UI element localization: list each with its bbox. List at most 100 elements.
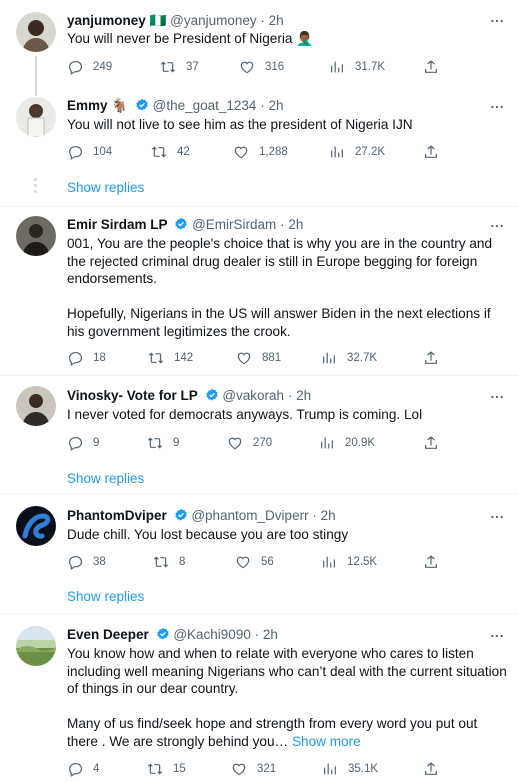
- like-button[interactable]: 316: [239, 59, 284, 75]
- share-button[interactable]: [423, 59, 439, 80]
- display-name[interactable]: Even Deeper: [67, 627, 149, 642]
- reply-tweet[interactable]: Vinosky- Vote for LP @vakorah · 2h I nev…: [0, 376, 519, 493]
- show-replies-link[interactable]: Show replies: [67, 589, 144, 604]
- display-name[interactable]: yanjumoney: [67, 13, 146, 28]
- tweet-text: 001, You are the people's choice that is…: [67, 235, 509, 340]
- views-count: 20.9K: [345, 437, 376, 449]
- tweet-text: You will never be President of Nigeria 🤦…: [67, 30, 509, 48]
- avatar[interactable]: [16, 216, 56, 256]
- timestamp[interactable]: 2h: [263, 627, 278, 642]
- views-button[interactable]: 27.2K: [329, 144, 385, 160]
- reply-icon: [67, 59, 83, 75]
- like-button[interactable]: 321: [231, 761, 276, 777]
- reply-count: 104: [93, 146, 113, 158]
- views-button[interactable]: 20.9K: [319, 435, 375, 451]
- handle[interactable]: @vakorah: [222, 388, 284, 403]
- display-name[interactable]: Emir Sirdam LP: [67, 217, 168, 232]
- tweet-header: Vinosky- Vote for LP @vakorah · 2h: [67, 387, 311, 405]
- more-icon[interactable]: [489, 99, 505, 115]
- show-more-link[interactable]: Show more: [292, 734, 361, 749]
- handle[interactable]: @the_goat_1234: [153, 98, 257, 113]
- reply-tweet[interactable]: Emmy 🐐 @the_goat_1234 · 2h You will not …: [0, 88, 519, 206]
- timestamp[interactable]: 2h: [288, 217, 303, 232]
- retweet-button[interactable]: 142: [148, 350, 193, 366]
- retweet-count: 15: [173, 763, 186, 775]
- more-icon[interactable]: [489, 218, 505, 234]
- tweet-text: You will not live to see him as the pres…: [67, 116, 509, 134]
- more-icon[interactable]: [489, 13, 505, 29]
- avatar[interactable]: [16, 12, 56, 52]
- tweet-paragraph: 001, You are the people's choice that is…: [67, 236, 493, 286]
- share-icon: [423, 144, 439, 160]
- like-button[interactable]: 56: [235, 554, 274, 570]
- like-count: 316: [265, 61, 285, 73]
- like-count: 881: [262, 352, 282, 364]
- timestamp[interactable]: 2h: [296, 388, 311, 403]
- tweet-paragraph: Hopefully, Nigerians in the US will answ…: [67, 306, 491, 339]
- retweet-count: 9: [173, 437, 180, 449]
- timestamp[interactable]: 2h: [269, 13, 284, 28]
- reply-tweet[interactable]: Even Deeper @Kachi9090 · 2h You know how…: [0, 614, 519, 779]
- timestamp[interactable]: 2h: [268, 98, 283, 113]
- share-button[interactable]: [423, 554, 439, 575]
- handle[interactable]: @EmirSirdam: [192, 217, 276, 232]
- share-icon: [423, 350, 439, 366]
- display-name[interactable]: Emmy: [67, 98, 108, 113]
- separator-dot: ·: [312, 508, 317, 523]
- reply-tweet[interactable]: yanjumoney 🇳🇬 @yanjumoney · 2h You will …: [0, 0, 519, 88]
- views-button[interactable]: 31.7K: [329, 59, 385, 75]
- timestamp[interactable]: 2h: [321, 508, 336, 523]
- avatar[interactable]: [16, 506, 56, 546]
- views-icon: [322, 761, 338, 777]
- avatar[interactable]: [16, 626, 56, 666]
- avatar[interactable]: [16, 97, 56, 137]
- share-button[interactable]: [423, 350, 439, 371]
- separator-dot: ·: [287, 388, 293, 403]
- views-button[interactable]: 32.7K: [321, 350, 377, 366]
- views-button[interactable]: 12.5K: [321, 554, 377, 570]
- action-bar: 104 42 1,288 27.2K: [67, 144, 439, 164]
- display-name[interactable]: Vinosky- Vote for LP: [67, 388, 198, 403]
- more-icon[interactable]: [489, 509, 505, 525]
- share-button[interactable]: [423, 144, 439, 165]
- reply-button[interactable]: 104: [67, 144, 112, 160]
- like-count: 1,288: [259, 146, 288, 158]
- display-name[interactable]: PhantomDviper: [67, 508, 167, 523]
- retweet-button[interactable]: 37: [160, 59, 199, 75]
- views-icon: [321, 554, 337, 570]
- views-count: 27.2K: [355, 146, 386, 158]
- reply-tweet[interactable]: PhantomDviper @phantom_Dviperr · 2h Dude…: [0, 494, 519, 613]
- reply-button[interactable]: 38: [67, 554, 106, 570]
- tweet-paragraph: You will not live to see him as the pres…: [67, 117, 413, 132]
- reply-button[interactable]: 18: [67, 350, 106, 366]
- handle[interactable]: @yanjumoney: [170, 13, 257, 28]
- reply-tweet[interactable]: Emir Sirdam LP @EmirSirdam · 2h 001, You…: [0, 207, 519, 375]
- reply-button[interactable]: 249: [67, 59, 112, 75]
- like-icon: [231, 761, 247, 777]
- more-icon[interactable]: [489, 389, 505, 405]
- handle[interactable]: @phantom_Dviperr: [191, 508, 308, 523]
- retweet-button[interactable]: 42: [151, 144, 190, 160]
- avatar[interactable]: [16, 386, 56, 426]
- retweet-button[interactable]: 8: [153, 554, 185, 570]
- reply-button[interactable]: 9: [67, 435, 99, 451]
- retweet-button[interactable]: 15: [147, 761, 186, 777]
- retweet-button[interactable]: 9: [147, 435, 179, 451]
- views-icon: [329, 59, 345, 75]
- verified-badge-icon: [174, 508, 188, 522]
- show-replies-link[interactable]: Show replies: [67, 180, 144, 195]
- more-icon[interactable]: [489, 628, 505, 644]
- share-icon: [423, 554, 439, 570]
- tweet-paragraph: You know how and when to relate with eve…: [67, 646, 507, 696]
- tweet-paragraph: You will never be President of Nigeria 🤦…: [67, 31, 314, 46]
- like-button[interactable]: 1,288: [233, 144, 288, 160]
- views-button[interactable]: 35.1K: [322, 761, 378, 777]
- like-button[interactable]: 881: [236, 350, 281, 366]
- reply-button[interactable]: 4: [67, 761, 99, 777]
- handle[interactable]: @Kachi9090: [173, 627, 251, 642]
- share-button[interactable]: [423, 435, 439, 456]
- like-button[interactable]: 270: [227, 435, 272, 451]
- like-icon: [236, 350, 252, 366]
- reply-count: 38: [93, 556, 106, 568]
- show-replies-link[interactable]: Show replies: [67, 471, 144, 486]
